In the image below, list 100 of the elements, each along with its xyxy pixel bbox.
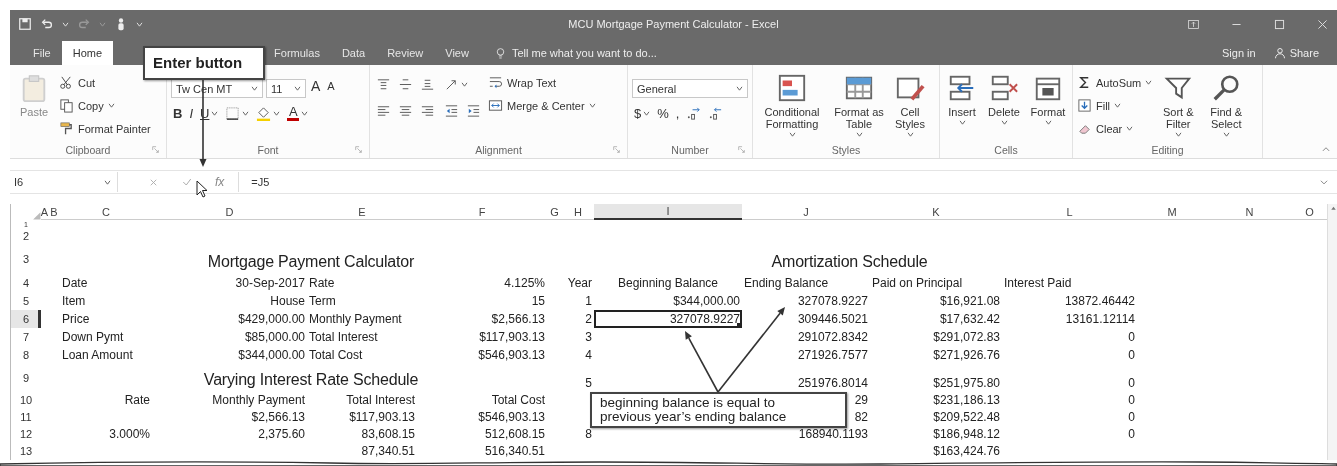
ribbon-button[interactable]: Wrap Text <box>488 73 557 92</box>
column-header[interactable]: I <box>594 204 742 220</box>
ribbon-tab[interactable]: View <box>434 41 480 65</box>
table-cell: Rate <box>309 276 335 290</box>
column-header[interactable]: G <box>547 204 562 220</box>
sheet-title: Amortization Schedule <box>771 252 928 272</box>
toolbar-button[interactable]: B <box>171 102 185 124</box>
collapse-ribbon-icon[interactable] <box>1321 144 1331 154</box>
undo-icon[interactable] <box>40 17 54 31</box>
caret-icon <box>99 21 106 27</box>
table-cell: $231,186.13 <box>933 393 1000 407</box>
toolbar-button[interactable]: I <box>187 102 195 124</box>
ribbon-tab[interactable]: Home <box>61 41 114 65</box>
ribbon-button[interactable]: Insert <box>944 73 980 125</box>
vertical-scrollbar[interactable] <box>1327 204 1337 460</box>
ribbon-button[interactable]: Cut <box>59 73 96 92</box>
table-cell: 0 <box>1128 410 1135 424</box>
ribbon-button[interactable]: Merge & Center <box>488 96 596 115</box>
dropdown-field[interactable]: General <box>632 79 748 98</box>
table-cell: Beginning Balance <box>617 276 719 290</box>
conditional-format-icon <box>777 73 807 103</box>
ribbon-button[interactable]: Delete <box>985 73 1023 125</box>
table-cell: 0 <box>1128 330 1135 344</box>
column-header[interactable]: J <box>742 204 870 220</box>
row-header[interactable]: 11 <box>11 409 41 426</box>
row-header[interactable]: 3 <box>11 244 41 274</box>
table-cell: 13161.12114 <box>1065 312 1135 326</box>
ribbon-button[interactable]: Cell Styles <box>891 73 929 137</box>
save-icon[interactable] <box>18 17 32 31</box>
row-header[interactable]: 6 <box>11 310 41 328</box>
row-header[interactable]: 10 <box>11 392 41 409</box>
ribbon-button[interactable]: Format <box>1028 73 1068 125</box>
scroll-up-icon[interactable] <box>1328 204 1337 213</box>
ribbon-button[interactable]: Clear <box>1077 119 1134 138</box>
column-header[interactable]: N <box>1207 204 1292 220</box>
dropdown-field[interactable]: 11 <box>266 79 306 98</box>
table-cell: 251976.8014 <box>797 376 868 390</box>
ribbon-button[interactable]: AutoSum <box>1077 73 1153 92</box>
ribbon-tab[interactable]: Review <box>376 41 435 65</box>
table-cell: Year <box>567 276 592 290</box>
row-header[interactable]: 5 <box>11 292 41 310</box>
table-cell: $429,000.00 <box>238 312 305 326</box>
ribbon-button[interactable]: Copy <box>59 96 115 115</box>
row-header[interactable]: 7 <box>11 328 41 346</box>
column-header[interactable]: K <box>870 204 1002 220</box>
toolbar-button[interactable]: A <box>309 74 323 97</box>
expand-icon[interactable] <box>1319 177 1329 187</box>
group-label: Cells <box>994 143 1018 156</box>
table-cell: Interest Paid <box>1004 276 1072 290</box>
toolbar-button[interactable]: $ <box>632 102 653 124</box>
row-header[interactable]: 9 <box>11 364 41 392</box>
table-cell: 0 <box>1128 393 1135 407</box>
table-cell: 29 <box>854 393 868 407</box>
close-icon[interactable] <box>1316 17 1329 31</box>
toolbar-button[interactable]: % <box>655 102 671 124</box>
row-header[interactable]: 8 <box>11 346 41 364</box>
formula-field[interactable]: =J5 <box>251 176 270 188</box>
column-header[interactable]: E <box>307 204 417 220</box>
table-cell: Item <box>62 294 86 308</box>
ribbon-button[interactable]: Format as Table <box>832 73 886 137</box>
column-header[interactable]: M <box>1137 204 1207 220</box>
table-cell: 309446.5021 <box>797 312 868 326</box>
insert-function-button[interactable]: fx <box>215 175 225 189</box>
ribbon-tab[interactable]: Formulas <box>263 41 331 65</box>
table-cell: 4.125% <box>504 276 545 290</box>
table-cell: 82 <box>854 410 868 424</box>
scissors-icon <box>59 75 74 90</box>
ribbon-button[interactable]: Fill <box>1077 96 1122 115</box>
column-header[interactable]: A <box>41 204 48 220</box>
ribbon-button[interactable]: Conditional Formatting <box>757 73 827 137</box>
sheet-title: Varying Interest Rate Schedule <box>203 370 419 390</box>
check-icon[interactable] <box>181 176 193 188</box>
column-header[interactable]: C <box>60 204 152 220</box>
tell-me-field[interactable]: Tell me what you want to do... <box>511 47 702 59</box>
column-header[interactable]: L <box>1002 204 1137 220</box>
toolbar-button[interactable]: , <box>673 102 682 124</box>
table-cell: $85,000.00 <box>244 330 305 344</box>
row-header[interactable]: 4 <box>11 274 41 292</box>
table-cell: 0 <box>1128 427 1135 441</box>
share-button[interactable]: Share <box>1269 45 1323 61</box>
toolbar-button[interactable]: A <box>325 74 337 97</box>
ribbon-tab[interactable]: File <box>22 41 62 65</box>
table-cell: Rate <box>124 393 150 407</box>
ribbon-display-icon[interactable] <box>1187 17 1200 31</box>
toolbar-button[interactable]: A <box>285 102 311 124</box>
ribbon-button[interactable]: Sort & Filter <box>1157 73 1200 137</box>
ribbon-tab[interactable]: Data <box>330 41 377 65</box>
column-header[interactable]: B <box>48 204 60 220</box>
ribbon-button[interactable]: Format Painter <box>59 119 151 138</box>
maximize-icon[interactable] <box>1273 17 1286 31</box>
ribbon-button[interactable]: Find & Select <box>1204 73 1249 137</box>
row-header[interactable]: 2 <box>11 228 41 244</box>
sign-in-link[interactable]: Sign in <box>1222 47 1256 59</box>
column-header[interactable]: F <box>417 204 547 220</box>
column-header[interactable]: D <box>152 204 307 220</box>
row-header[interactable]: 13 <box>11 443 41 460</box>
name-box[interactable]: I6 <box>10 172 118 192</box>
table-cell: $271,926.76 <box>933 348 1000 362</box>
row-header[interactable]: 12 <box>11 426 41 443</box>
align-middle-icon <box>398 76 413 92</box>
